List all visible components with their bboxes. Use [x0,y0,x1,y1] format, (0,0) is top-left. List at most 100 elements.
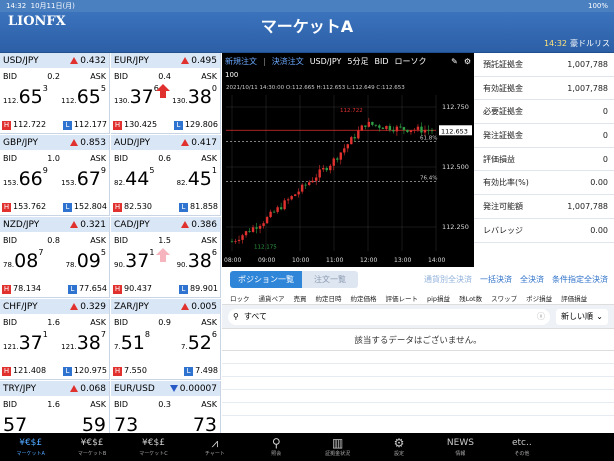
rate-card-usd-jpy[interactable]: USD/JPY 0.432 BID 0.2 ASK 112.653 112.655 H… [0,53,110,134]
up-arrow-icon [70,57,79,64]
bid-label: BID [114,318,129,327]
column-header[interactable]: 評価損益 [561,293,587,303]
tab-チャート[interactable]: ⩘ チャート [184,433,245,461]
bid-price[interactable]: 7.518 [114,330,150,354]
low-icon: L [68,285,77,294]
position-filter[interactable]: ⚲ すべて ⓧ [228,308,550,325]
account-label: 有効証拠金 [483,83,523,93]
settle-by-currency-link[interactable]: 通貨別全決済 [424,274,472,285]
settle-all-link[interactable]: 全決済 [520,274,544,285]
candle [255,227,258,229]
tab-その他[interactable]: etc.. その他 [491,433,552,461]
change-value: 0.417 [191,137,217,148]
candle [357,130,360,139]
bid-price[interactable]: 153.669 [3,166,48,190]
rate-card-eur-usd[interactable]: EUR/USD0.00007 BID0.3ASK 73 73 HL [111,381,221,433]
ask-label: ASK [90,236,106,245]
rate-card-try-jpy[interactable]: TRY/JPY0.068 BID1.6ASK 57 59 HL [0,381,110,433]
column-header[interactable]: 約定日時 [316,293,342,303]
ask-price[interactable]: 112.655 [61,84,106,108]
tab-icon: ¥€$£ [142,438,165,448]
rate-card-aud-jpy[interactable]: AUD/JPY 0.417 BID 0.6 ASK 82.445 82.451 H 82… [111,135,221,216]
bid-price[interactable]: 73 [114,414,138,433]
ohlc-readout: 2021/10/11 14:30:00 O:112.665 H:112.653 … [226,85,405,91]
x-tick-label: 09:00 [258,257,275,264]
rate-card-cad-jpy[interactable]: CAD/JPY 0.386 BID 1.5 ASK 90.371 90.386 H 90… [111,217,221,298]
rate-card-chf-jpy[interactable]: CHF/JPY 0.329 BID 1.6 ASK 121.371 121.387 H… [0,299,110,380]
tab-情報[interactable]: NEWS 情報 [430,433,491,461]
rate-card-gbp-jpy[interactable]: GBP/JPY 0.853 BID 1.0 ASK 153.669 153.679 H… [0,135,110,216]
candle [332,158,335,166]
rate-card-zar-jpy[interactable]: ZAR/JPY 0.005 BID 0.9 ASK 7.518 7.526 H 7.55… [111,299,221,380]
tab-orders[interactable]: 注文一覧 [302,270,358,288]
bulk-settle-link[interactable]: 一括決済 [480,274,512,285]
tab-マーケットB[interactable]: ¥€$£ マーケットB [61,433,122,461]
ask-price[interactable]: 73 [193,414,217,433]
battery-indicator: 100% [587,2,608,10]
low-icon: L [179,285,188,294]
positions-columns: ロック 通貨ペア 売買 約定日時 約定価格 評価レート pip損益 残Lot数 スワップ ポジ損益… [222,291,614,305]
sort-select[interactable]: 新しい順 ⌄ [556,308,608,325]
x-tick-label: 14:00 [428,257,445,264]
account-row: 必要証拠金 0 [474,100,614,125]
ask-price[interactable]: 7.526 [181,330,217,354]
rate-card-header: GBP/JPY 0.853 [0,135,109,150]
search-icon: ⚲ [233,312,239,321]
ask-price[interactable]: 78.095 [66,248,106,272]
pair-label: CAD/JPY [114,219,150,230]
tab-positions[interactable]: ポジション一覧 [230,270,302,288]
x-tick-label: 13:00 [394,257,411,264]
column-header[interactable]: 売買 [294,293,307,303]
tab-label: その他 [514,451,530,457]
clear-icon[interactable]: ⓧ [537,311,545,322]
candle [293,194,297,196]
ask-price[interactable]: 90.386 [177,248,217,272]
y-tick-label: 112.250 [442,223,469,231]
rate-panel: USD/JPY 0.432 BID 0.2 ASK 112.653 112.655 H… [0,53,222,433]
account-label: 預託証拠金 [483,59,523,69]
up-arrow-icon [70,385,79,392]
column-header[interactable]: スワップ [491,293,517,303]
column-header[interactable]: pip損益 [427,293,450,303]
high-icon: H [2,121,11,130]
ask-label: ASK [90,154,106,163]
news-ticker[interactable]: 14:32 豪ドルリス [544,38,610,49]
account-row: 発注可能額 1,007,788 [474,195,614,219]
tab-マーケットC[interactable]: ¥€$£ マーケットC [123,433,184,461]
bid-price[interactable]: 78.087 [3,248,43,272]
pair-label: USD/JPY [3,55,39,66]
bid-price[interactable]: 121.371 [3,330,48,354]
app-header: LIONFX マーケットA 14:32 豪ドルリス [0,12,614,52]
tab-照会[interactable]: ⚲ 照会 [246,433,307,461]
ask-price[interactable]: 121.387 [61,330,106,354]
tab-マーケットA[interactable]: ¥€$£ マーケットA [0,433,61,461]
rate-card-header: USD/JPY 0.432 [0,53,109,68]
column-header[interactable]: 約定価格 [351,293,377,303]
bid-price[interactable]: 112.653 [3,84,48,108]
conditional-settle-link[interactable]: 条件指定全決済 [552,274,608,285]
tab-証拠金状況[interactable]: ▥ 証拠金状況 [307,433,368,461]
column-header[interactable]: 評価レート [386,293,419,303]
rate-card-eur-jpy[interactable]: EUR/JPY 0.495 BID 0.4 ASK 130.376 130.380 H… [111,53,221,134]
bid-label: BID [114,400,129,409]
bid-price[interactable]: 82.445 [114,166,154,190]
bid-price[interactable]: 57 [3,414,27,433]
bid-price[interactable]: 90.371 [114,248,154,272]
account-row: 預託証拠金 1,007,788 [474,53,614,77]
ask-price[interactable]: 153.679 [61,166,106,190]
tab-設定[interactable]: ⚙ 設定 [368,433,429,461]
ask-price[interactable]: 130.380 [172,84,217,108]
chart-panel[interactable]: 新規注文 | 決済注文 USD/JPY 5分足 BID ローソク ✎ ⚙ 100… [222,53,474,267]
spread-value: 0.3 [158,400,171,409]
column-header[interactable]: 残Lot数 [459,293,482,303]
candle [374,124,378,126]
bid-price[interactable]: 130.376 [114,84,159,108]
column-header[interactable]: 通貨ペア [259,293,285,303]
candle [378,125,381,128]
column-header[interactable]: ロック [230,293,250,303]
column-header[interactable]: ポジ損益 [526,293,552,303]
candle [427,129,430,131]
ask-price[interactable]: 59 [82,414,106,433]
rate-card-nzd-jpy[interactable]: NZD/JPY 0.321 BID 0.8 ASK 78.087 78.095 H 78… [0,217,110,298]
ask-price[interactable]: 82.451 [177,166,217,190]
